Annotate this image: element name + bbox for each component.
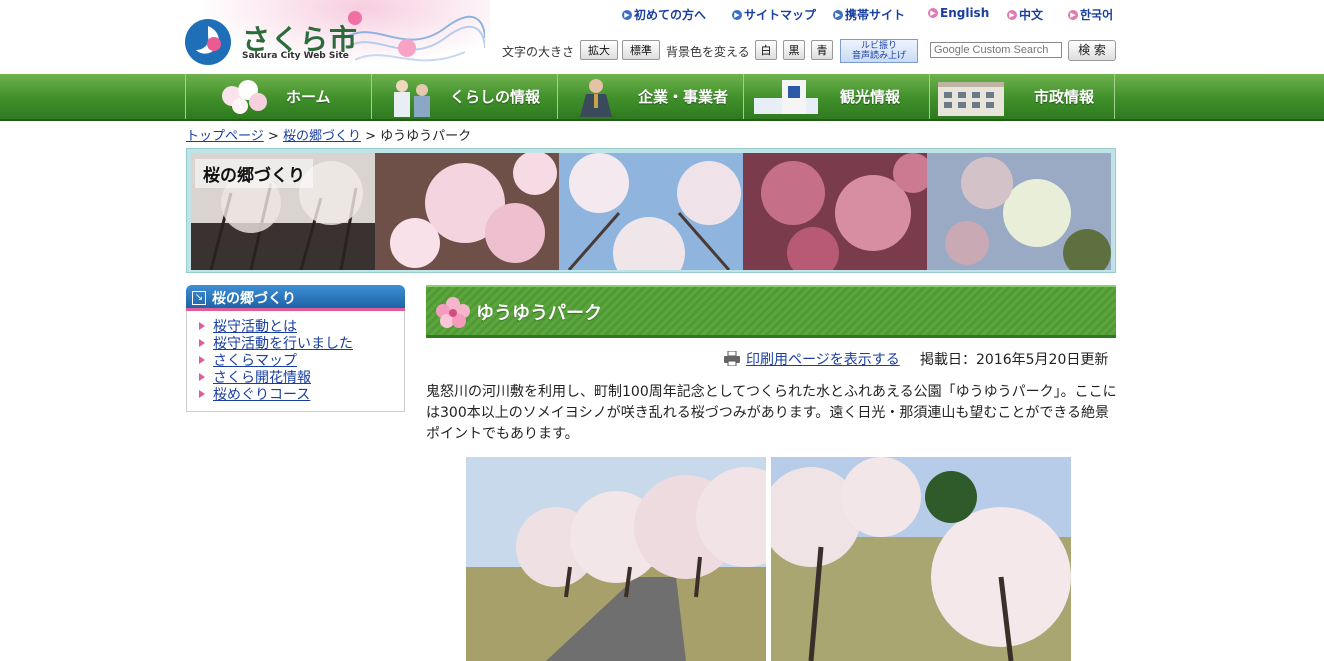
link-label: 初めての方へ: [634, 8, 707, 22]
bullet-arrow-icon: [199, 372, 205, 381]
page-meta: 印刷用ページを表示する 掲載日：2016年5月20日更新: [724, 349, 1116, 369]
nav-label: くらしの情報: [450, 88, 541, 106]
businessman-photo-icon: [580, 79, 612, 117]
nav-label: 観光情報: [840, 88, 901, 106]
double-blossom-photo: [375, 153, 559, 270]
global-nav: ホーム くらしの情報 企業・事業者 観光情報 市政情報: [0, 74, 1324, 121]
link-label: 한국어: [1080, 8, 1114, 22]
embankment-photo: [771, 457, 1071, 661]
breadcrumb-sakura-link[interactable]: 桜の郷づくり: [283, 129, 361, 144]
updated-date: 掲載日：2016年5月20日更新: [920, 352, 1109, 368]
korean-link[interactable]: ▶ 한국어: [1068, 6, 1113, 23]
sidebar-link[interactable]: 桜めぐりコース: [213, 384, 310, 404]
nav-city-admin[interactable]: 市政情報: [929, 74, 1115, 119]
sidebar-item-sakuramori-done[interactable]: 桜守活動を行いました: [199, 334, 404, 352]
white-blossom-photo: [927, 153, 1111, 270]
first-visit-link[interactable]: ▶ 初めての方へ: [622, 6, 706, 23]
sky-blossom-photo: [559, 153, 743, 270]
breadcrumb: トップページ > 桜の郷づくり > ゆうゆうパーク: [186, 125, 471, 144]
sidebar-heading: ↘ 桜の郷づくり: [186, 285, 405, 311]
font-enlarge-button[interactable]: 拡大: [580, 40, 618, 60]
sidebar-heading-label: 桜の郷づくり: [212, 291, 296, 307]
sidebar-item-blossom-info[interactable]: さくら開花情報: [199, 368, 404, 386]
breadcrumb-separator: >: [267, 129, 279, 144]
sidebar-item-sakuramori-about[interactable]: 桜守活動とは: [199, 317, 404, 335]
arrow-icon: ▶: [833, 9, 843, 20]
ruby-line2: 音声読み上げ: [851, 51, 906, 61]
print-page-link[interactable]: 印刷用ページを表示する: [746, 349, 900, 369]
breadcrumb-separator: >: [365, 129, 376, 144]
nav-business[interactable]: 企業・事業者: [557, 74, 743, 119]
city-hall-icon: [938, 82, 1004, 116]
section-banner: 桜の郷づくり: [186, 148, 1116, 273]
page-title-bar: ゆうゆうパーク: [426, 285, 1116, 338]
arrow-down-right-icon: ↘: [192, 291, 206, 305]
banner-title: 桜の郷づくり: [195, 159, 313, 188]
bullet-arrow-icon: [199, 389, 205, 398]
tourism-building-icon: [754, 80, 818, 114]
site-header: さくら市 Sakura City Web Site ▶ 初めての方へ ▶ サイトマッ…: [0, 0, 1324, 74]
bg-blue-button[interactable]: 青: [811, 40, 833, 60]
top-links: ▶ 初めての方へ ▶ サイトマップ ▶ 携帯サイト ▶ English ▶ 中文 ▶ 한국어: [622, 6, 1122, 22]
arrow-icon: ▶: [622, 9, 632, 20]
arrow-icon: ▶: [1068, 9, 1078, 20]
sakura-flower-icon: [436, 297, 470, 328]
nav-living[interactable]: くらしの情報: [371, 74, 557, 119]
ruby-line1: ルビ振り: [860, 41, 897, 51]
search-input[interactable]: [930, 42, 1062, 58]
cherry-blossom-icon: [222, 80, 267, 114]
sidebar-menu: 桜守活動とは 桜守活動を行いました さくらマップ さくら開花情報 桜めぐりコース: [186, 311, 405, 412]
arrow-icon: ▶: [732, 9, 742, 20]
bullet-arrow-icon: [199, 321, 205, 330]
font-standard-button[interactable]: 標準: [622, 40, 660, 60]
nav-tourism[interactable]: 観光情報: [743, 74, 929, 119]
search-button[interactable]: 検 索: [1068, 40, 1116, 61]
link-label: 携帯サイト: [845, 8, 906, 22]
link-label: 中文: [1019, 8, 1044, 22]
wave-decoration: [345, 11, 485, 62]
arrow-icon: ▶: [1007, 9, 1017, 20]
bg-color-label: 背景色を変える: [666, 45, 750, 59]
font-size-label: 文字の大きさ: [502, 45, 575, 59]
nav-label: 市政情報: [1034, 88, 1095, 106]
english-link[interactable]: ▶ English: [928, 6, 989, 20]
link-label: English: [940, 6, 990, 20]
arrow-icon: ▶: [928, 8, 938, 18]
chinese-link[interactable]: ▶ 中文: [1007, 6, 1043, 23]
printer-icon: [724, 351, 740, 366]
link-label: サイトマップ: [744, 8, 817, 22]
nav-label: ホーム: [286, 88, 331, 106]
pink-blossom-photo: [743, 153, 927, 270]
sidebar-item-sakura-course[interactable]: 桜めぐりコース: [199, 384, 404, 404]
sitemap-link[interactable]: ▶ サイトマップ: [732, 6, 816, 23]
bullet-arrow-icon: [199, 338, 205, 347]
bullet-arrow-icon: [199, 355, 205, 364]
mobile-site-link[interactable]: ▶ 携帯サイト: [833, 6, 905, 23]
page-description: 鬼怒川の河川敷を利用し、町制100周年記念としてつくられた水とふれあえる公園「ゆ…: [426, 384, 1117, 442]
page-title: ゆうゆうパーク: [476, 303, 602, 324]
site-logo[interactable]: さくら市 Sakura City Web Site: [184, 14, 364, 66]
bg-white-button[interactable]: 白: [755, 40, 777, 60]
people-photo-icon: [394, 80, 430, 117]
park-path-photo: [466, 457, 766, 661]
nav-label: 企業・事業者: [638, 88, 729, 106]
ruby-reading-button[interactable]: ルビ振り 音声読み上げ: [840, 39, 918, 63]
bg-black-button[interactable]: 黒: [783, 40, 805, 60]
breadcrumb-top-link[interactable]: トップページ: [186, 129, 264, 144]
sidebar-item-sakura-map[interactable]: さくらマップ: [199, 351, 404, 369]
breadcrumb-current: ゆうゆうパーク: [380, 129, 472, 144]
nav-home[interactable]: ホーム: [185, 74, 371, 119]
logo-subtitle: Sakura City Web Site: [242, 51, 349, 61]
sakura-logo-icon: [185, 19, 231, 65]
